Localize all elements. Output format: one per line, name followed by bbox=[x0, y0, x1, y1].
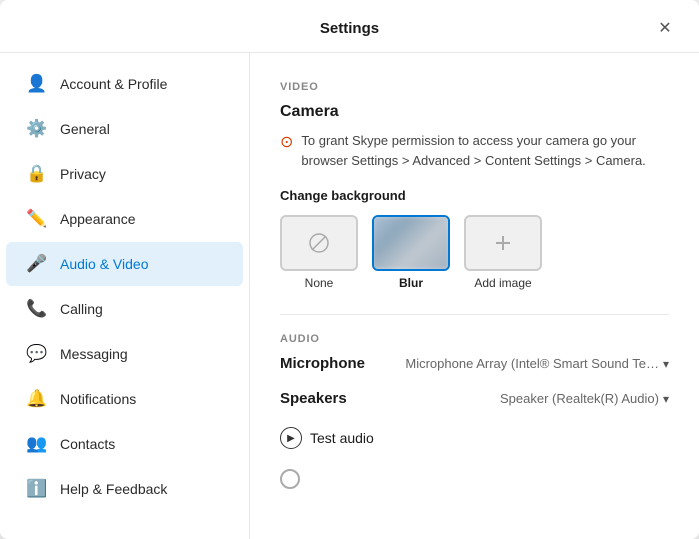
background-options: None Blur bbox=[280, 215, 669, 290]
bg-thumb-none[interactable] bbox=[280, 215, 358, 271]
sidebar-label-messaging: Messaging bbox=[60, 346, 128, 362]
sidebar-label-privacy: Privacy bbox=[60, 166, 106, 182]
sidebar-item-audio-video[interactable]: 🎤 Audio & Video bbox=[6, 242, 243, 286]
camera-warning: ⊙ To grant Skype permission to access yo… bbox=[280, 131, 669, 170]
section-divider bbox=[280, 314, 669, 315]
bg-caption-blur: Blur bbox=[399, 276, 423, 290]
plus-icon bbox=[492, 232, 514, 254]
bottom-hint-row bbox=[280, 469, 669, 489]
sidebar-item-help[interactable]: ℹ️ Help & Feedback bbox=[6, 467, 243, 511]
sidebar-item-account[interactable]: 👤 Account & Profile bbox=[6, 62, 243, 106]
camera-title: Camera bbox=[280, 103, 669, 121]
microphone-label: Microphone bbox=[280, 355, 365, 372]
sidebar-label-contacts: Contacts bbox=[60, 436, 115, 452]
audio-section-label: AUDIO bbox=[280, 333, 669, 345]
contacts-icon: 👥 bbox=[26, 434, 48, 454]
bg-option-none[interactable]: None bbox=[280, 215, 358, 290]
bg-caption-none: None bbox=[305, 276, 334, 290]
microphone-value: Microphone Array (Intel® Smart Sound Te… bbox=[405, 356, 659, 371]
sidebar-item-appearance[interactable]: ✏️ Appearance bbox=[6, 197, 243, 241]
close-button[interactable]: ✕ bbox=[651, 14, 679, 42]
circle-indicator-icon bbox=[280, 469, 300, 489]
window-title: Settings bbox=[48, 20, 651, 37]
content-settings-link: Content Settings bbox=[485, 153, 581, 168]
warning-text: To grant Skype permission to access your… bbox=[301, 131, 669, 170]
titlebar: Settings ✕ bbox=[0, 0, 699, 53]
speakers-chevron-icon: ▾ bbox=[663, 392, 669, 406]
sidebar-item-notifications[interactable]: 🔔 Notifications bbox=[6, 377, 243, 421]
speakers-label: Speakers bbox=[280, 390, 347, 407]
bg-thumb-blur[interactable] bbox=[372, 215, 450, 271]
microphone-dropdown[interactable]: Microphone Array (Intel® Smart Sound Te…… bbox=[405, 356, 669, 371]
sidebar-item-privacy[interactable]: 🔒 Privacy bbox=[6, 152, 243, 196]
play-icon: ▶ bbox=[280, 427, 302, 449]
sidebar-label-notifications: Notifications bbox=[60, 391, 136, 407]
video-section: VIDEO Camera ⊙ To grant Skype permission… bbox=[280, 81, 669, 290]
speakers-dropdown[interactable]: Speaker (Realtek(R) Audio) ▾ bbox=[500, 391, 669, 406]
warning-icon: ⊙ bbox=[280, 132, 293, 152]
sidebar: 👤 Account & Profile ⚙️ General 🔒 Privacy… bbox=[0, 53, 250, 539]
sidebar-item-general[interactable]: ⚙️ General bbox=[6, 107, 243, 151]
sidebar-label-appearance: Appearance bbox=[60, 211, 136, 227]
sidebar-label-general: General bbox=[60, 121, 110, 137]
audio-section: AUDIO Microphone Microphone Array (Intel… bbox=[280, 333, 669, 489]
messaging-icon: 💬 bbox=[26, 344, 48, 364]
test-audio-label: Test audio bbox=[310, 430, 374, 446]
microphone-setting: Microphone Microphone Array (Intel® Smar… bbox=[280, 355, 669, 372]
sidebar-label-account: Account & Profile bbox=[60, 76, 167, 92]
general-icon: ⚙️ bbox=[26, 119, 48, 139]
slash-circle-icon bbox=[308, 232, 330, 254]
sidebar-label-help: Help & Feedback bbox=[60, 481, 167, 497]
calling-icon: 📞 bbox=[26, 299, 48, 319]
blur-preview bbox=[372, 215, 450, 271]
help-icon: ℹ️ bbox=[26, 479, 48, 499]
change-background-label: Change background bbox=[280, 188, 669, 203]
privacy-icon: 🔒 bbox=[26, 164, 48, 184]
bg-option-blur[interactable]: Blur bbox=[372, 215, 450, 290]
main-panel: VIDEO Camera ⊙ To grant Skype permission… bbox=[250, 53, 699, 539]
sidebar-label-calling: Calling bbox=[60, 301, 103, 317]
notifications-icon: 🔔 bbox=[26, 389, 48, 409]
account-icon: 👤 bbox=[26, 74, 48, 94]
bg-option-add[interactable]: Add image bbox=[464, 215, 542, 290]
sidebar-item-messaging[interactable]: 💬 Messaging bbox=[6, 332, 243, 376]
sidebar-item-calling[interactable]: 📞 Calling bbox=[6, 287, 243, 331]
bg-thumb-add[interactable] bbox=[464, 215, 542, 271]
bg-caption-add: Add image bbox=[474, 276, 531, 290]
video-section-label: VIDEO bbox=[280, 81, 669, 93]
audio-video-icon: 🎤 bbox=[26, 254, 48, 274]
microphone-chevron-icon: ▾ bbox=[663, 357, 669, 371]
content-area: 👤 Account & Profile ⚙️ General 🔒 Privacy… bbox=[0, 53, 699, 539]
sidebar-label-audio-video: Audio & Video bbox=[60, 256, 148, 272]
speakers-value: Speaker (Realtek(R) Audio) bbox=[500, 391, 659, 406]
advanced-link: Advanced bbox=[412, 153, 470, 168]
test-audio-button[interactable]: ▶ Test audio bbox=[280, 425, 374, 451]
appearance-icon: ✏️ bbox=[26, 209, 48, 229]
sidebar-item-contacts[interactable]: 👥 Contacts bbox=[6, 422, 243, 466]
speakers-setting: Speakers Speaker (Realtek(R) Audio) ▾ bbox=[280, 390, 669, 407]
settings-window: Settings ✕ 👤 Account & Profile ⚙️ Genera… bbox=[0, 0, 699, 539]
